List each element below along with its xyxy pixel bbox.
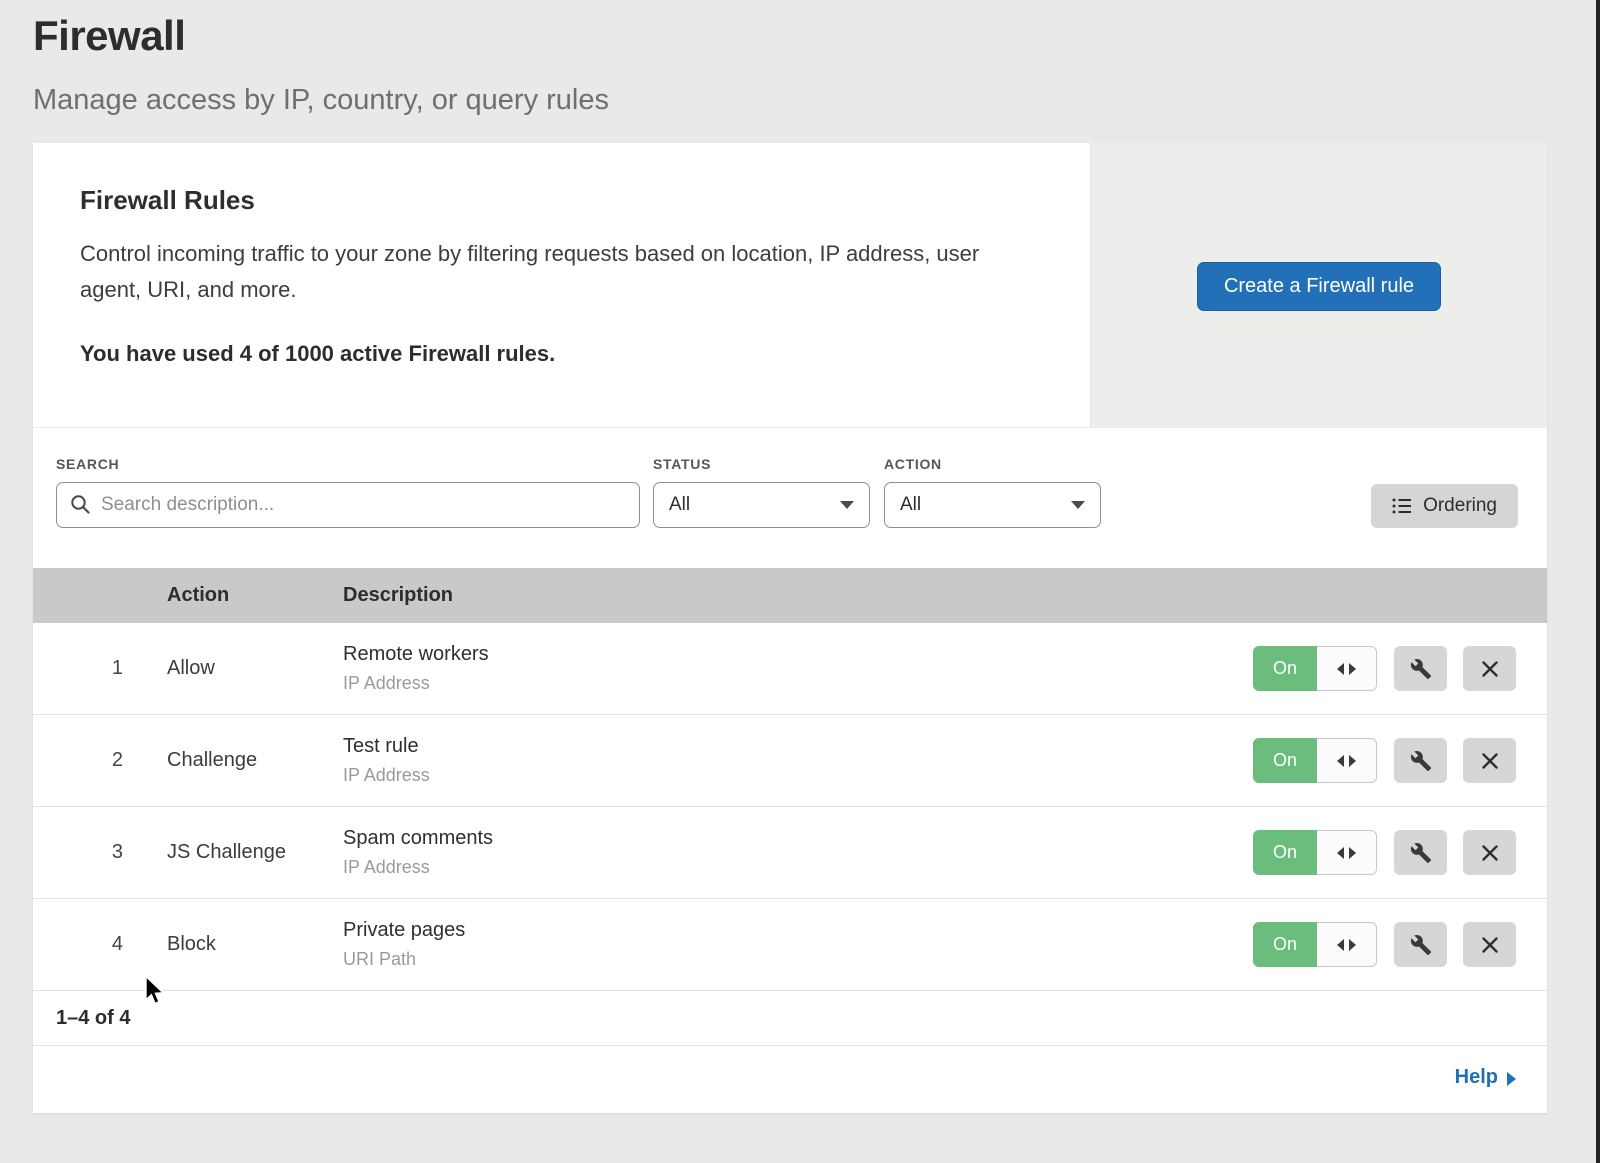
card-top-section: Firewall Rules Control incoming traffic … (33, 143, 1547, 428)
rule-description: Test rule IP Address (343, 735, 1253, 786)
search-input[interactable] (56, 482, 640, 528)
rule-field-type: IP Address (343, 673, 1253, 694)
rule-number: 2 (33, 749, 167, 772)
rule-row: 1 Allow Remote workers IP Address On (33, 623, 1547, 715)
page-subtitle: Manage access by IP, country, or query r… (33, 84, 1600, 117)
column-header-action: Action (167, 584, 343, 607)
create-firewall-rule-button[interactable]: Create a Firewall rule (1197, 262, 1441, 311)
edit-rule-button[interactable] (1394, 830, 1447, 875)
rule-description-title: Spam comments (343, 827, 1253, 850)
action-select-value: All (900, 494, 921, 516)
toggle-on-label: On (1253, 922, 1317, 967)
delete-rule-button[interactable] (1463, 922, 1516, 967)
rule-enabled-toggle[interactable]: On (1253, 646, 1377, 691)
rule-row: 2 Challenge Test rule IP Address On (33, 715, 1547, 807)
toggle-arrows-icon (1317, 646, 1377, 691)
x-icon (1480, 751, 1500, 771)
delete-rule-button[interactable] (1463, 646, 1516, 691)
search-icon (69, 493, 92, 516)
wrench-icon (1410, 934, 1432, 956)
x-icon (1480, 659, 1500, 679)
rule-description-title: Private pages (343, 919, 1253, 942)
page-header: Firewall Manage access by IP, country, o… (0, 0, 1600, 117)
wrench-icon (1410, 658, 1432, 680)
help-link[interactable]: Help (1455, 1066, 1516, 1089)
rule-enabled-toggle[interactable]: On (1253, 738, 1377, 783)
toggle-arrows-icon (1317, 922, 1377, 967)
help-label: Help (1455, 1066, 1498, 1089)
rule-action: Allow (167, 657, 343, 680)
toggle-on-label: On (1253, 738, 1317, 783)
card-footer: Help (33, 1046, 1547, 1113)
card-top-aside: Create a Firewall rule (1090, 143, 1547, 427)
delete-rule-button[interactable] (1463, 738, 1516, 783)
screen-edge (1596, 0, 1600, 1163)
toggle-arrows-icon (1317, 830, 1377, 875)
rule-action: Block (167, 933, 343, 956)
rule-description: Private pages URI Path (343, 919, 1253, 970)
chevron-down-icon (840, 501, 854, 509)
rule-description: Spam comments IP Address (343, 827, 1253, 878)
rule-description: Remote workers IP Address (343, 643, 1253, 694)
page-title: Firewall (33, 12, 1600, 60)
edit-rule-button[interactable] (1394, 646, 1447, 691)
ordering-list-icon (1392, 497, 1412, 515)
edit-rule-button[interactable] (1394, 738, 1447, 783)
filters-bar: SEARCH STATUS All ACTION All (33, 428, 1547, 568)
ordering-label: Ordering (1423, 495, 1497, 517)
rule-number: 3 (33, 841, 167, 864)
rule-enabled-toggle[interactable]: On (1253, 830, 1377, 875)
pagination-summary: 1–4 of 4 (33, 991, 1547, 1046)
search-label: SEARCH (56, 456, 640, 472)
rule-description-title: Remote workers (343, 643, 1253, 666)
x-icon (1480, 843, 1500, 863)
rule-field-type: IP Address (343, 765, 1253, 786)
toggle-arrows-icon (1317, 738, 1377, 783)
action-label: ACTION (884, 456, 1101, 472)
toggle-on-label: On (1253, 646, 1317, 691)
wrench-icon (1410, 842, 1432, 864)
status-select[interactable]: All (653, 482, 870, 528)
edit-rule-button[interactable] (1394, 922, 1447, 967)
rule-enabled-toggle[interactable]: On (1253, 922, 1377, 967)
rule-row: 4 Block Private pages URI Path On (33, 899, 1547, 991)
chevron-down-icon (1071, 501, 1085, 509)
rule-action: Challenge (167, 749, 343, 772)
table-header: Action Description (33, 568, 1547, 623)
status-label: STATUS (653, 456, 870, 472)
action-select[interactable]: All (884, 482, 1101, 528)
help-arrow-icon (1507, 1072, 1516, 1086)
rule-number: 4 (33, 933, 167, 956)
firewall-rules-card: Firewall Rules Control incoming traffic … (33, 143, 1547, 1113)
ordering-button[interactable]: Ordering (1371, 484, 1518, 528)
rule-field-type: URI Path (343, 949, 1253, 970)
toggle-on-label: On (1253, 830, 1317, 875)
rule-field-type: IP Address (343, 857, 1253, 878)
wrench-icon (1410, 750, 1432, 772)
delete-rule-button[interactable] (1463, 830, 1516, 875)
x-icon (1480, 935, 1500, 955)
rules-heading: Firewall Rules (80, 185, 1042, 216)
rule-row: 3 JS Challenge Spam comments IP Address … (33, 807, 1547, 899)
rules-usage-count: You have used 4 of 1000 active Firewall … (80, 341, 1042, 367)
rules-description: Control incoming traffic to your zone by… (80, 236, 1030, 307)
column-header-description: Description (343, 584, 1547, 607)
rule-description-title: Test rule (343, 735, 1253, 758)
rule-number: 1 (33, 657, 167, 680)
rule-action: JS Challenge (167, 841, 343, 864)
status-select-value: All (669, 494, 690, 516)
